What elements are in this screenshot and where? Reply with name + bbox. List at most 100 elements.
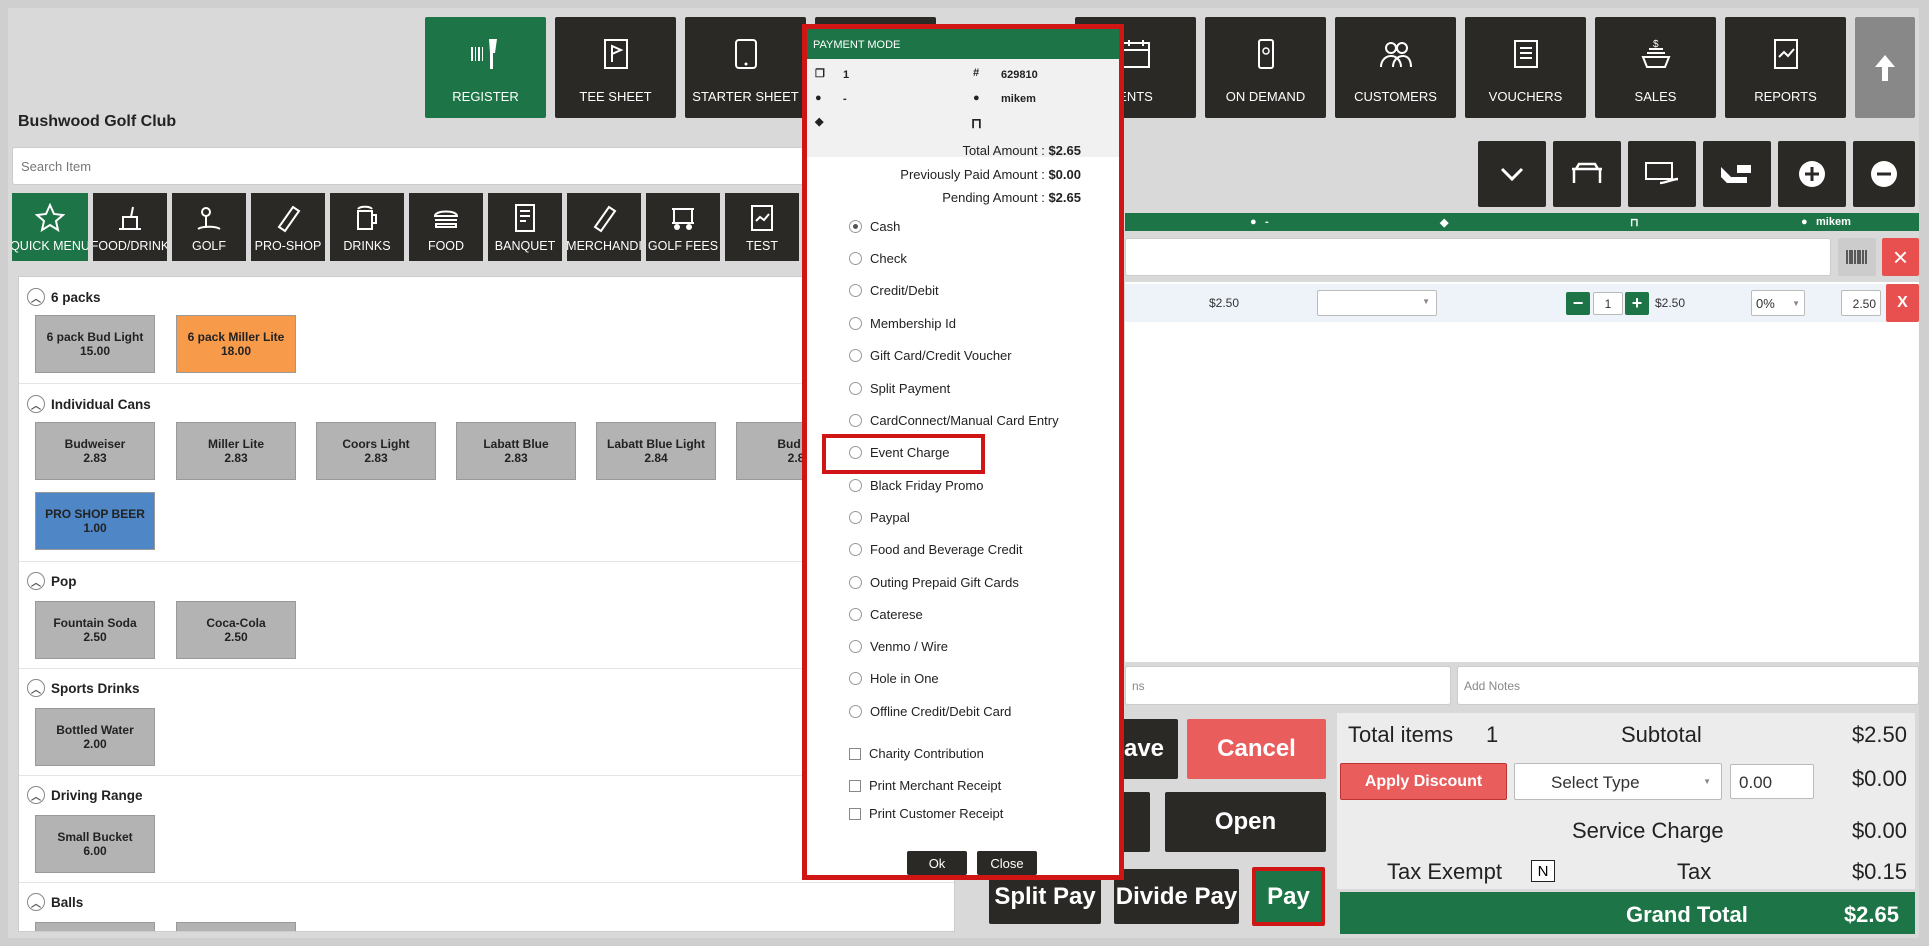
item-button[interactable]: Budweiser 2.83: [35, 422, 155, 480]
item-button[interactable]: Labatt Blue Light 2.84: [596, 422, 716, 480]
payment-button[interactable]: [1703, 141, 1771, 207]
collapse-button[interactable]: [1478, 141, 1546, 207]
nav-tee-sheet[interactable]: TEE SHEET: [555, 17, 676, 118]
highlight-box: [822, 434, 985, 474]
qty-decrease-button[interactable]: −: [1566, 292, 1590, 315]
nav-reports[interactable]: REPORTS: [1725, 17, 1846, 118]
nav-vouchers[interactable]: VOUCHERS: [1465, 17, 1586, 118]
divide-pay-button[interactable]: Divide Pay: [1114, 869, 1239, 924]
section-6-packs[interactable]: ︿ 6 packs: [27, 288, 101, 306]
apply-discount-button[interactable]: Apply Discount: [1340, 763, 1507, 800]
customer-receipt-checkbox[interactable]: Print Customer Receipt: [849, 806, 1003, 821]
category-pro-shop[interactable]: PRO-SHOP: [251, 193, 325, 261]
section-sports-drinks[interactable]: ︿ Sports Drinks: [27, 679, 140, 697]
item-button[interactable]: 6 pack Miller Lite 18.00: [176, 315, 296, 373]
hand-card-button[interactable]: [1628, 141, 1696, 207]
section-individual-cans[interactable]: ︿ Individual Cans: [27, 395, 151, 413]
payment-option[interactable]: Black Friday Promo: [849, 478, 983, 493]
section-pop[interactable]: ︿ Pop: [27, 572, 77, 590]
table-button[interactable]: [1553, 141, 1621, 207]
checkbox-label: Charity Contribution: [869, 746, 984, 761]
radio-icon: [849, 672, 862, 685]
qty-increase-button[interactable]: +: [1625, 292, 1649, 315]
item-button[interactable]: Miller Lite 2.83: [176, 422, 296, 480]
qty-input[interactable]: 1: [1593, 292, 1623, 315]
remove-button[interactable]: [1853, 141, 1915, 207]
discount-type-select[interactable]: Select Type ▼: [1514, 763, 1722, 800]
nav-on-demand[interactable]: ON DEMAND: [1205, 17, 1326, 118]
payment-option[interactable]: Hole in One: [849, 671, 939, 686]
ok-button[interactable]: Ok: [907, 851, 967, 875]
remove-row-button[interactable]: X: [1886, 284, 1919, 322]
item-button[interactable]: Coca-Cola 2.50: [176, 601, 296, 659]
nav-customers[interactable]: CUSTOMERS: [1335, 17, 1456, 118]
barcode-button[interactable]: [1838, 238, 1876, 276]
item-button[interactable]: [176, 922, 296, 931]
button-label: Pay: [1267, 882, 1310, 910]
item-button[interactable]: [35, 922, 155, 931]
payment-option[interactable]: Paypal: [849, 510, 910, 525]
payment-option[interactable]: Cash: [849, 219, 900, 234]
plus-circle-icon: [1799, 161, 1825, 187]
discount-select[interactable]: 0% ▼: [1751, 290, 1805, 316]
item-button[interactable]: PRO SHOP BEER 1.00: [35, 492, 155, 550]
chevron-down-icon: ▼: [1703, 777, 1711, 786]
charity-checkbox[interactable]: Charity Contribution: [849, 746, 984, 761]
cancel-button[interactable]: Cancel: [1187, 719, 1326, 779]
pay-button[interactable]: Pay: [1252, 867, 1325, 926]
open-button[interactable]: Open: [1165, 792, 1326, 852]
clear-cart-button[interactable]: ×: [1882, 238, 1919, 276]
category-food[interactable]: FOOD: [409, 193, 483, 261]
item-button[interactable]: Small Bucket 6.00: [35, 815, 155, 873]
category-banquet[interactable]: BANQUET: [488, 193, 562, 261]
amount-input[interactable]: 2.50: [1841, 290, 1881, 316]
category-label: GOLF: [191, 239, 227, 253]
nav-label: CUSTOMERS: [1354, 89, 1437, 104]
tax-exempt-toggle[interactable]: N: [1531, 860, 1555, 882]
payment-option[interactable]: Offline Credit/Debit Card: [849, 704, 1011, 719]
payment-option[interactable]: CardConnect/Manual Card Entry: [849, 413, 1059, 428]
payment-option[interactable]: Split Payment: [849, 381, 950, 396]
payment-option[interactable]: Credit/Debit: [849, 283, 939, 298]
add-notes-input[interactable]: Add Notes: [1457, 666, 1919, 705]
category-golf[interactable]: GOLF: [172, 193, 246, 261]
close-button[interactable]: Close: [977, 851, 1037, 875]
section-balls[interactable]: ︿ Balls: [27, 893, 83, 911]
merchant-receipt-checkbox[interactable]: Print Merchant Receipt: [849, 778, 1001, 793]
payment-option[interactable]: Gift Card/Credit Voucher: [849, 348, 1012, 363]
payment-option[interactable]: Venmo / Wire: [849, 639, 948, 654]
item-name: Budweiser: [64, 437, 126, 451]
cart-option-select[interactable]: ▼: [1317, 290, 1437, 316]
nav-sales[interactable]: $ SALES: [1595, 17, 1716, 118]
category-drinks[interactable]: DRINKS: [330, 193, 404, 261]
discount-value-input[interactable]: 0.00: [1730, 764, 1814, 799]
cart-row[interactable]: $2.50 ▼ − 1 + $2.50 0% ▼ 2.50 X: [1125, 284, 1919, 322]
payment-option[interactable]: Membership Id: [849, 316, 956, 331]
payment-option[interactable]: Check: [849, 251, 907, 266]
item-button[interactable]: Labatt Blue 2.83: [456, 422, 576, 480]
barcode-input[interactable]: [1125, 238, 1831, 276]
category-quick-menu[interactable]: QUICK MENU: [12, 193, 88, 261]
notes-left-input[interactable]: ns: [1125, 666, 1451, 705]
svg-text:$: $: [1653, 39, 1659, 50]
category-food-drink[interactable]: FOOD/DRINK: [93, 193, 167, 261]
item-button[interactable]: 6 pack Bud Light 15.00: [35, 315, 155, 373]
option-label: Check: [870, 251, 907, 266]
payment-option[interactable]: Caterese: [849, 607, 923, 622]
nav-register[interactable]: REGISTER: [425, 17, 546, 118]
item-button[interactable]: Fountain Soda 2.50: [35, 601, 155, 659]
item-button[interactable]: Coors Light 2.83: [316, 422, 436, 480]
category-test[interactable]: TEST: [725, 193, 799, 261]
category-merchandise[interactable]: MERCHANDI: [567, 193, 641, 261]
info-ticket: 629810: [1001, 69, 1038, 81]
payment-option[interactable]: Outing Prepaid Gift Cards: [849, 575, 1019, 590]
item-button[interactable]: Bottled Water 2.00: [35, 708, 155, 766]
payment-option[interactable]: Food and Beverage Credit: [849, 542, 1022, 557]
search-input[interactable]: Search Item: [12, 147, 812, 185]
nav-starter-sheet[interactable]: STARTER SHEET: [685, 17, 806, 118]
category-golf-fees[interactable]: GOLF FEES: [646, 193, 720, 261]
section-driving-range[interactable]: ︿ Driving Range: [27, 786, 143, 804]
add-button[interactable]: [1778, 141, 1846, 207]
scroll-up-button[interactable]: [1855, 17, 1915, 118]
food-drink-icon: [119, 206, 141, 230]
